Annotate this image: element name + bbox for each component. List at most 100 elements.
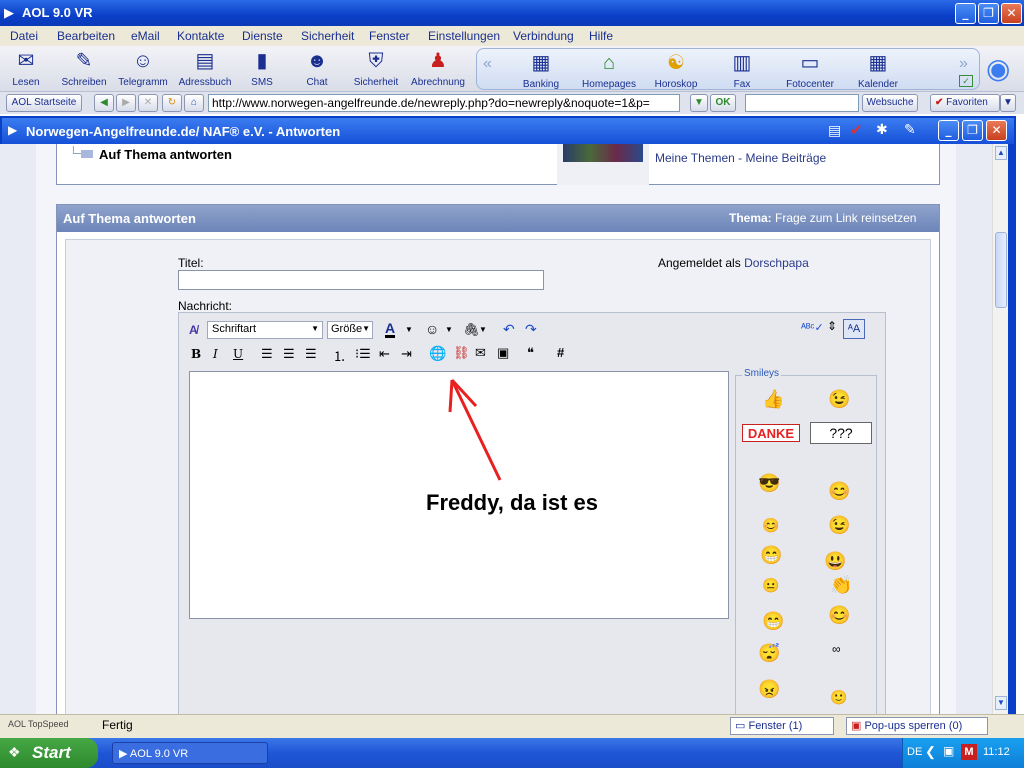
chevron-down-icon[interactable]: ▼ — [445, 325, 453, 334]
align-center-icon[interactable]: ☰ — [283, 346, 295, 362]
smiley-happy-icon[interactable]: 🙂 — [830, 688, 847, 706]
redo-icon[interactable]: ↷ — [525, 321, 537, 338]
antivirus-icon[interactable]: M — [961, 744, 977, 760]
chevron-down-icon[interactable]: ▼ — [405, 325, 413, 334]
maximize-button[interactable]: ❐ — [978, 3, 999, 24]
vertical-scrollbar[interactable]: ▲ ▼ — [992, 144, 1008, 714]
smiley-reading-icon[interactable]: 😉 — [828, 516, 850, 534]
aol-startseite-button[interactable]: AOL Startseite — [6, 94, 82, 112]
quote-icon[interactable]: ❝ — [527, 345, 534, 361]
outdent-icon[interactable]: ⇤ — [379, 346, 390, 362]
fenster-dropdown[interactable]: ▭ Fenster (1) — [730, 717, 834, 735]
align-left-icon[interactable]: ☰ — [261, 346, 273, 362]
toolbar-telegramm[interactable]: ☺ Telegramm — [116, 49, 170, 91]
toolbar-adressbuch[interactable]: ▤ Adressbuch — [176, 49, 234, 91]
favoriten-button[interactable]: ✔ Favoriten — [930, 94, 1000, 112]
unlink-icon[interactable]: ⛓ — [453, 345, 470, 361]
smiley-wink-icon[interactable]: 😉 — [828, 390, 850, 408]
smiley-thumbsup-icon[interactable]: 👍 — [762, 390, 784, 408]
inner-close-button[interactable]: ✕ — [986, 120, 1007, 141]
link-icon[interactable]: 🌐 — [429, 345, 446, 362]
bold-icon[interactable]: B — [191, 347, 201, 361]
undo-icon[interactable]: ↶ — [503, 321, 515, 338]
username-link[interactable]: Dorschpapa — [744, 256, 809, 270]
smiley-grin-icon[interactable]: 😐 — [762, 576, 779, 594]
inner-minimize-button[interactable]: _ — [938, 120, 959, 141]
scroll-up-icon[interactable]: ▲ — [995, 146, 1007, 160]
smiley-clap-icon[interactable]: 😃 — [824, 552, 846, 570]
toolbar-fax[interactable]: ▥ Fax — [727, 51, 757, 93]
toolbar-sms[interactable]: ▮ SMS — [246, 49, 278, 91]
minimize-button[interactable]: _ — [955, 3, 976, 24]
smiley-danke-icon[interactable]: DANKE — [742, 424, 800, 442]
font-select[interactable]: Schriftart ▼ — [207, 321, 323, 339]
favorite-add-icon[interactable]: ✱ — [876, 121, 888, 138]
favoriten-dropdown-icon[interactable]: ▼ — [1000, 94, 1016, 112]
smiley-insert-icon[interactable]: ☺ — [425, 321, 439, 337]
chevron-right-icon[interactable]: » — [959, 55, 968, 73]
italic-icon[interactable]: I — [213, 347, 218, 361]
smiley-infinity-icon[interactable]: ∞ — [832, 640, 841, 658]
underline-icon[interactable]: U — [233, 347, 243, 361]
taskbar-aol-button[interactable]: ▶ AOL 9.0 VR — [112, 742, 268, 764]
websuche-button[interactable]: Websuche — [862, 94, 918, 112]
menu-fenster[interactable]: Fenster — [369, 29, 410, 43]
indent-icon[interactable]: ⇥ — [401, 346, 412, 362]
smiley-sleep-icon[interactable]: 😴 — [758, 644, 780, 662]
toolbar-sicherheit[interactable]: ⛨ Sicherheit — [352, 49, 400, 91]
attachment-icon[interactable]: 🖇 — [463, 322, 480, 338]
unordered-list-icon[interactable]: ⁝☰ — [355, 346, 371, 362]
smiley-angry-icon[interactable]: 😠 — [758, 680, 780, 698]
size-select[interactable]: Größe ▼ — [327, 321, 373, 339]
scroll-thumb[interactable] — [995, 232, 1007, 308]
dropdown-arrow-icon[interactable]: ▼ — [690, 94, 708, 112]
text-color-icon[interactable]: A — [385, 321, 396, 338]
menu-sicherheit[interactable]: Sicherheit — [301, 29, 354, 43]
smiley-laugh-icon[interactable]: 😁 — [762, 612, 784, 630]
ok-button[interactable]: OK — [710, 94, 736, 112]
my-threads-links[interactable]: Meine Themen - Meine Beiträge — [655, 151, 826, 165]
smiley-confused-icon[interactable]: 😁 — [760, 546, 782, 564]
start-button[interactable]: ❖ Start — [0, 738, 98, 768]
menu-kontakte[interactable]: Kontakte — [177, 29, 224, 43]
remove-format-icon[interactable]: A̸ — [189, 323, 198, 337]
popup-blocker-dropdown[interactable]: ▣ Pop-ups sperren (0) — [846, 717, 988, 735]
forward-arrow-icon[interactable]: ▶ — [116, 94, 136, 112]
toolbar-lesen[interactable]: ✉ Lesen — [4, 49, 48, 91]
toolbar-schreiben[interactable]: ✎ Schreiben — [58, 49, 110, 91]
websearch-input[interactable] — [745, 94, 859, 112]
network-icon[interactable]: ▣ — [943, 744, 954, 758]
hash-icon[interactable]: # — [557, 345, 564, 360]
smiley-clapping-icon[interactable]: 👏 — [830, 576, 852, 594]
close-button[interactable]: ✕ — [1001, 3, 1022, 24]
menu-hilfe[interactable]: Hilfe — [589, 29, 613, 43]
message-textarea[interactable]: Freddy, da ist es — [189, 371, 729, 619]
smiley-small-icon[interactable]: 😊 — [762, 516, 779, 534]
toolbar-chat[interactable]: ☻ Chat — [298, 49, 336, 91]
smiley-couple-icon[interactable]: 😊 — [828, 482, 850, 500]
checkbox-icon[interactable]: ✓ — [959, 75, 973, 87]
menu-dienste[interactable]: Dienste — [242, 29, 283, 43]
menu-bearbeiten[interactable]: Bearbeiten — [57, 29, 115, 43]
toolbar-abrechnung[interactable]: ♟ Abrechnung — [410, 49, 466, 91]
menu-verbindung[interactable]: Verbindung — [513, 29, 574, 43]
image-icon[interactable]: ▣ — [497, 345, 509, 361]
menu-datei[interactable]: Datei — [10, 29, 38, 43]
smiley-question-icon[interactable]: ??? — [810, 422, 872, 444]
inner-maximize-button[interactable]: ❐ — [962, 120, 983, 141]
menu-einstellungen[interactable]: Einstellungen — [428, 29, 500, 43]
compose-icon[interactable]: ✎ — [904, 121, 916, 138]
home-icon[interactable]: ⌂ — [184, 94, 204, 112]
resize-icon[interactable]: ⇕ — [827, 319, 837, 333]
print-icon[interactable]: ▤ — [828, 122, 841, 139]
ordered-list-icon[interactable]: ⒈ — [333, 346, 346, 365]
reload-icon[interactable]: ↻ — [162, 94, 182, 112]
chevron-left-icon[interactable]: ❮ — [925, 744, 936, 760]
toolbar-banking[interactable]: ▦ Banking — [519, 51, 563, 93]
toolbar-fotocenter[interactable]: ▭ Fotocenter — [783, 51, 837, 93]
toolbar-homepages[interactable]: ⌂ Homepages — [581, 51, 637, 93]
switch-mode-icon[interactable]: ᴬA — [843, 319, 865, 339]
chevron-down-icon[interactable]: ▼ — [479, 325, 487, 334]
email-link-icon[interactable]: ✉ — [475, 345, 486, 361]
scroll-down-icon[interactable]: ▼ — [995, 696, 1007, 710]
